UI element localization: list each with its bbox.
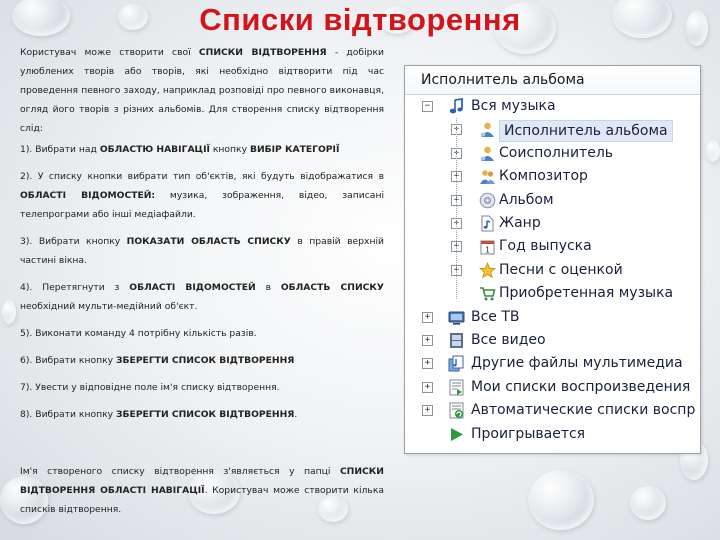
- step-2: 2). У списку кнопки вибрати тип об'єктів…: [20, 167, 384, 224]
- music-note-icon: [448, 97, 465, 115]
- disc-icon: [479, 192, 496, 209]
- tree-item-music-note[interactable]: − Вся музыка: [405, 95, 700, 118]
- text-segment: Ім'я створеного списку відтворення з'явл…: [20, 466, 340, 477]
- expand-toggle-icon[interactable]: +: [422, 335, 433, 346]
- playlist-icon: [448, 379, 465, 396]
- page-title: Списки відтворення: [199, 2, 521, 37]
- tree-item-label: Автоматические списки воспр: [471, 402, 696, 419]
- expand-toggle-icon[interactable]: +: [422, 358, 433, 370]
- instructions-text: Користувач може створити свої СПИСКИ ВІД…: [20, 43, 384, 519]
- tree-item-label: Вся музыка: [471, 98, 556, 114]
- calendar-icon: 1: [479, 238, 496, 255]
- tree-item-people[interactable]: + Композитор: [405, 165, 700, 188]
- step-8: 8). Вибрати кнопку ЗБЕРЕГТИ СПИСОК ВІДТВ…: [20, 405, 384, 424]
- tree-item-label: Жанр: [499, 215, 541, 231]
- person-icon: [479, 121, 496, 138]
- outro-paragraph: Ім'я створеного списку відтворення з'явл…: [20, 462, 384, 519]
- tree-item-label: Альбом: [499, 191, 554, 208]
- tree-item-label: Другие файлы мультимедиа: [471, 355, 683, 372]
- step-6: 6). Вибрати кнопку ЗБЕРЕГТИ СПИСОК ВІДТВ…: [20, 351, 384, 370]
- water-drop-decoration: [630, 486, 666, 520]
- expand-toggle-icon[interactable]: +: [422, 311, 433, 323]
- text-segment: 8). Вибрати кнопку: [20, 409, 117, 420]
- text-segment: 2). У списку кнопки вибрати тип об'єктів…: [20, 171, 384, 182]
- navigation-tree-panel: Исполнитель альбома − Вся музыка + Исполнит…: [404, 65, 701, 454]
- bold-term: ЗБЕРЕГТИ СПИСОК ВІДТВОРЕННЯ: [116, 355, 295, 366]
- svg-text:1: 1: [485, 246, 490, 255]
- play-icon: [448, 426, 465, 443]
- tree-item-calendar[interactable]: +1 Год выпуска: [405, 235, 700, 258]
- tree-item-play[interactable]: Проигрывается: [405, 423, 700, 446]
- auto-playlist-icon: [448, 402, 465, 419]
- step-1: 1). Вибрати над ОБЛАСТЮ НАВІГАЦІЇ кнопку…: [20, 140, 384, 159]
- tree-item-playlist[interactable]: + Мои списки воспроизведения: [405, 376, 700, 399]
- tree-item-label: Мои списки воспроизведения: [471, 378, 691, 395]
- tree-item-auto-playlist[interactable]: + Автоматические списки воспр: [405, 399, 700, 422]
- bold-term: ОБЛАСТЮ НАВІГАЦІЇ: [99, 144, 210, 155]
- text-segment: 6). Вибрати кнопку: [20, 355, 117, 366]
- step-7: 7). Увести у відповідне поле ім'я списку…: [20, 382, 280, 393]
- bold-term: ЗБЕРЕГТИ СПИСОК ВІДТВОРЕННЯ: [116, 409, 295, 420]
- tree-item-label: Соисполнитель: [499, 144, 614, 161]
- bold-term: ОБЛАСТІ ВІДОМОСТЕЙ: [129, 282, 256, 293]
- expand-toggle-icon[interactable]: +: [422, 405, 433, 417]
- water-drop-decoration: [706, 140, 720, 162]
- tree-item-label: Исполнитель альбома: [499, 120, 673, 143]
- category-header[interactable]: Исполнитель альбома: [405, 66, 700, 95]
- tree-item-label: Песни с оценкой: [499, 261, 623, 278]
- tree-item-person[interactable]: + Исполнитель альбома: [405, 118, 700, 143]
- people-icon: [479, 168, 496, 185]
- text-segment: 4). Перетягнути з: [20, 282, 130, 293]
- star-icon: [478, 261, 497, 279]
- cart-icon: [479, 285, 496, 302]
- bold-term: ОБЛАСТЬ СПИСКУ: [280, 282, 384, 293]
- tree-item-disc[interactable]: + Альбом: [405, 189, 700, 212]
- expand-toggle-icon[interactable]: +: [422, 381, 433, 393]
- tree-connector-line: [456, 118, 457, 300]
- text-segment: Користувач може створити свої: [20, 47, 199, 58]
- text-segment: 3). Вибрати кнопку: [20, 236, 127, 247]
- bold-term: ПОКАЗАТИ ОБЛАСТЬ СПИСКУ: [126, 236, 291, 247]
- text-segment: - добірки улюблених творів або творів, я…: [20, 47, 384, 134]
- bold-term: СПИСКИ ВІДТВОРЕННЯ: [198, 47, 327, 58]
- tree-item-tv[interactable]: + Все ТВ: [405, 306, 700, 329]
- text-segment: кнопку: [209, 144, 250, 155]
- water-drop-decoration: [528, 470, 594, 530]
- tree-item-cart[interactable]: Приобретенная музыка: [405, 282, 700, 305]
- text-segment: в: [255, 282, 281, 293]
- tree-item-star[interactable]: + Песни с оценкой: [405, 259, 700, 282]
- tree-item-label: Все ТВ: [471, 308, 520, 325]
- tree-item-label: Приобретенная музыка: [499, 285, 674, 302]
- person-icon: [479, 145, 496, 162]
- step-4: 4). Перетягнути з ОБЛАСТІ ВІДОМОСТЕЙ в О…: [20, 278, 384, 316]
- tree-item-media-files[interactable]: + Другие файлы мультимедиа: [405, 352, 700, 375]
- tree-item-label: Все видео: [471, 332, 546, 348]
- text-segment: необхідний мульти-медійний об'єкт.: [20, 301, 198, 312]
- tree-item-genre[interactable]: + Жанр: [405, 212, 700, 235]
- tree-item-label: Год выпуска: [499, 238, 592, 255]
- water-drop-decoration: [2, 300, 16, 324]
- tree-item-label: Проигрывается: [471, 425, 586, 442]
- tree-item-label: Композитор: [499, 168, 588, 185]
- text-segment: 1). Вибрати над: [20, 144, 100, 155]
- tv-icon: [448, 309, 465, 326]
- step-3: 3). Вибрати кнопку ПОКАЗАТИ ОБЛАСТЬ СПИС…: [20, 232, 384, 270]
- media-files-icon: [448, 355, 465, 372]
- text-segment: .: [294, 409, 298, 420]
- tree-item-person[interactable]: + Соисполнитель: [405, 142, 700, 165]
- video-icon: [448, 332, 465, 349]
- bold-term: ВИБІР КАТЕГОРІЇ: [249, 144, 340, 155]
- tree-item-video[interactable]: + Все видео: [405, 329, 700, 352]
- intro-paragraph: Користувач може створити свої СПИСКИ ВІД…: [20, 43, 384, 138]
- bold-term: ОБЛАСТІ ВІДОМОСТЕЙ:: [20, 190, 156, 201]
- genre-icon: [479, 215, 496, 232]
- collapse-toggle-icon[interactable]: −: [422, 101, 433, 112]
- step-5: 5). Виконати команду 4 потрібну кількіст…: [20, 328, 257, 339]
